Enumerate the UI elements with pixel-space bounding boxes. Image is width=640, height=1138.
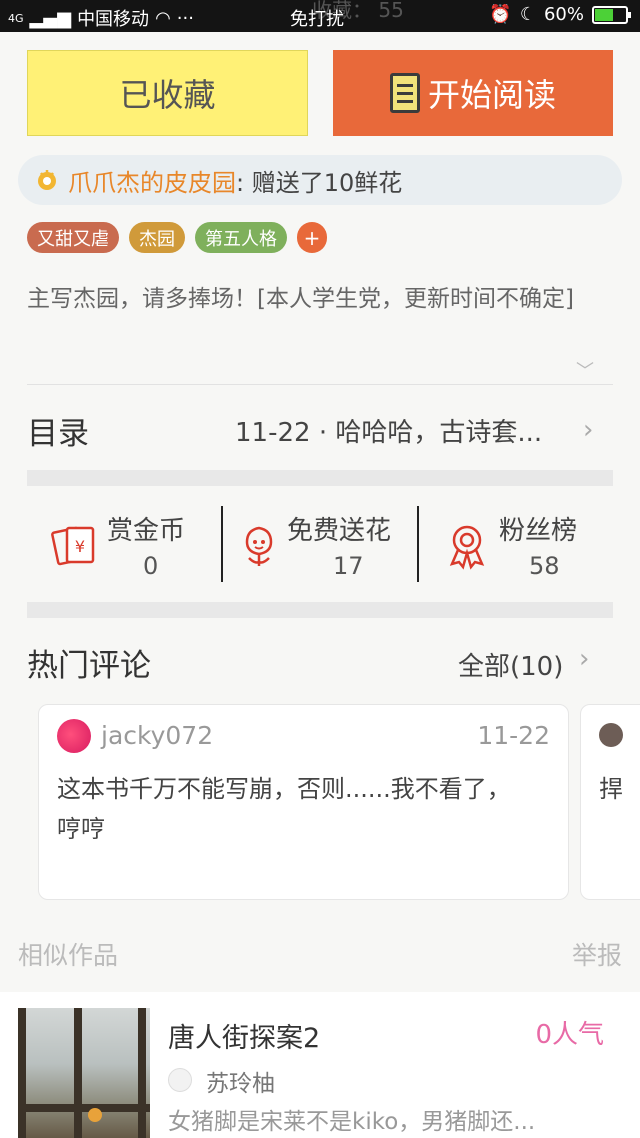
similar-book-item[interactable]: 唐人街探案2 0人气 苏玲柚 女猪脚是宋莱不是kiko，男猪脚还... bbox=[0, 992, 640, 1138]
comment-text: 这本书千万不能写崩，否则......我不看了，哼哼 bbox=[57, 775, 511, 843]
book-cover[interactable] bbox=[18, 1008, 150, 1138]
wifi-icon: ◠ bbox=[155, 7, 171, 29]
cover-window-sill bbox=[18, 1104, 150, 1112]
latest-chapter: 11-22 · 哈哈哈，古诗套... bbox=[235, 417, 543, 448]
avatar[interactable] bbox=[599, 723, 623, 747]
stat-value: 17 bbox=[333, 552, 364, 580]
book-intro: 主写杰园，请多捧场！[本人学生党，更新时间不确定] bbox=[27, 286, 574, 312]
svg-text:¥: ¥ bbox=[75, 537, 85, 556]
comment-card[interactable]: jacky072 11-22 这本书千万不能写崩，否则......我不看了，哼哼 bbox=[38, 704, 569, 900]
comment-card-next[interactable]: 捍 bbox=[580, 704, 640, 900]
moon-icon: ☾ bbox=[519, 4, 536, 25]
gift-banner[interactable]: 爪爪杰的皮皮园 : 赠送了10鲜花 bbox=[18, 155, 622, 205]
add-tag-button[interactable]: + bbox=[297, 222, 327, 253]
status-right: ⏰ ☾ 60% bbox=[489, 4, 631, 25]
section-divider bbox=[27, 602, 613, 618]
more-indicator: ··· bbox=[176, 7, 194, 29]
stats-row: ¥ 赏金币 0 免费送花 17 粉丝榜 58 bbox=[27, 500, 613, 590]
signal-icon: 4G bbox=[8, 11, 24, 25]
hot-comments-title: 热门评论 bbox=[27, 648, 151, 684]
stat-reward-coins[interactable]: ¥ 赏金币 0 bbox=[27, 500, 221, 590]
toc-row[interactable]: 目录 11-22 · 哈哈哈，古诗套... › bbox=[27, 400, 613, 460]
gift-user[interactable]: 爪爪杰的皮皮园 bbox=[68, 163, 236, 198]
dnd-label: 免打扰 bbox=[290, 9, 344, 30]
flower-gift-icon bbox=[38, 170, 56, 190]
comment-username[interactable]: jacky072 bbox=[101, 721, 213, 750]
start-reading-label: 开始阅读 bbox=[427, 76, 556, 114]
chevron-right-icon: › bbox=[583, 415, 594, 445]
tag-item[interactable]: 杰园 bbox=[129, 222, 185, 253]
similar-works-header: 相似作品 举报 bbox=[18, 936, 622, 976]
tag-item[interactable]: 又甜又虐 bbox=[27, 222, 119, 253]
cover-window-frame bbox=[138, 1008, 146, 1138]
tag-item[interactable]: 第五人格 bbox=[195, 222, 287, 253]
cover-window-frame bbox=[74, 1008, 82, 1138]
stat-value: 58 bbox=[529, 552, 560, 580]
cover-window-frame bbox=[18, 1008, 26, 1138]
section-divider bbox=[27, 470, 613, 486]
book-title[interactable]: 唐人街探案2 bbox=[168, 1016, 320, 1055]
battery-percent: 60% bbox=[543, 4, 584, 25]
cover-flower bbox=[88, 1108, 102, 1122]
apple-avatar-icon[interactable] bbox=[57, 719, 91, 753]
alarm-icon: ⏰ bbox=[489, 4, 512, 25]
book-author[interactable]: 苏玲柚 bbox=[206, 1064, 275, 1098]
book-icon bbox=[389, 73, 420, 113]
carrier-label: 中国移动 bbox=[77, 9, 150, 30]
chevron-right-icon[interactable]: › bbox=[579, 644, 589, 674]
coin-envelope-icon: ¥ bbox=[51, 526, 95, 566]
comment-date: 11-22 bbox=[477, 721, 550, 750]
battery-fill bbox=[595, 8, 613, 21]
stat-value: 0 bbox=[143, 552, 159, 580]
stat-free-flowers[interactable]: 免费送花 17 bbox=[223, 500, 417, 590]
status-bar: 4G ▂▄▆ 中国移动 ◠ ··· 收藏： 55 免打扰 ⏰ ☾ 60% bbox=[0, 0, 640, 32]
medal-icon bbox=[449, 525, 485, 570]
expand-chevron-icon[interactable]: ﹀ bbox=[576, 357, 594, 383]
favorited-label: 已收藏 bbox=[119, 76, 216, 114]
author-avatar-icon bbox=[168, 1068, 192, 1092]
book-popularity: 0人气 bbox=[535, 1020, 604, 1050]
battery-icon bbox=[592, 5, 631, 24]
stat-name: 免费送花 bbox=[287, 516, 392, 546]
tag-list: 又甜又虐 杰园 第五人格 + bbox=[27, 222, 327, 253]
toc-title: 目录 bbox=[27, 415, 89, 452]
all-comments-link[interactable]: 全部(10) bbox=[458, 646, 563, 683]
hot-comments-header: 热门评论 全部(10) › bbox=[27, 640, 613, 690]
gift-message: : 赠送了10鲜花 bbox=[236, 168, 403, 197]
signal-bars-icon: ▂▄▆ bbox=[29, 7, 72, 29]
stat-name: 赏金币 bbox=[107, 516, 186, 546]
report-link[interactable]: 举报 bbox=[572, 936, 622, 972]
similar-works-title: 相似作品 bbox=[18, 941, 119, 970]
stat-name: 粉丝榜 bbox=[499, 516, 578, 546]
status-left: 4G ▂▄▆ 中国移动 ◠ ··· bbox=[8, 5, 194, 31]
divider bbox=[27, 384, 613, 385]
comment-text-fragment: 捍 bbox=[599, 775, 623, 803]
favorited-button[interactable]: 已收藏 bbox=[27, 50, 308, 136]
stat-fan-ranking[interactable]: 粉丝榜 58 bbox=[419, 500, 613, 590]
start-reading-button[interactable]: 开始阅读 bbox=[333, 50, 613, 136]
flower-icon bbox=[245, 526, 273, 566]
book-description: 女猪脚是宋莱不是kiko，男猪脚还... bbox=[168, 1109, 536, 1135]
